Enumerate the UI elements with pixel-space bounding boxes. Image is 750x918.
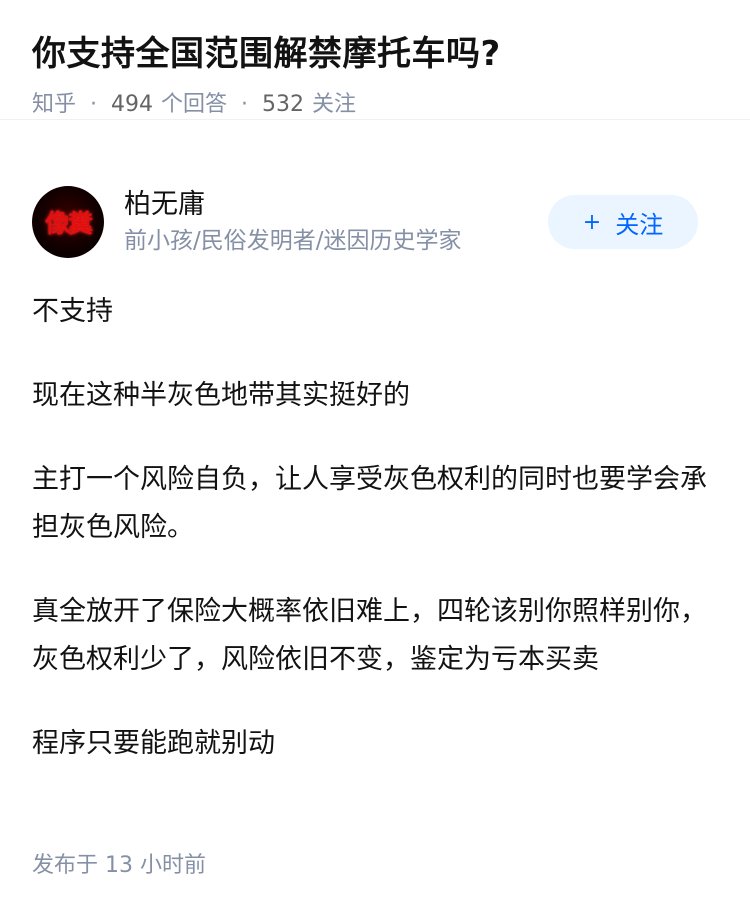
follower-count: 532 <box>262 92 305 117</box>
answer-paragraph: 程序只要能跑就别动 <box>32 728 275 759</box>
author-bio: 前小孩/民俗发明者/迷因历史学家 <box>124 228 462 254</box>
publish-time-value: 13 小时前 <box>105 853 207 878</box>
answer-paragraph: 现在这种半灰色地带其实挺好的 <box>32 380 410 411</box>
publish-label: 发布于 <box>32 853 99 878</box>
publish-time: 发布于 13 小时前 <box>32 850 206 882</box>
meta-separator: · <box>241 92 249 117</box>
question-header: 你支持全国范围解禁摩托车吗? 知乎 · 494 个回答 · 532 关注 <box>0 0 750 120</box>
author-name[interactable]: 柏无庸 <box>124 187 548 223</box>
answer-paragraph: 真全放开了保险大概率依旧难上，四轮该别你照样别你，灰色权利少了，风险依旧不变，鉴… <box>32 596 707 675</box>
follow-button-label: 关注 <box>615 210 664 239</box>
question-meta: 知乎 · 494 个回答 · 532 关注 <box>32 90 718 120</box>
question-title[interactable]: 你支持全国范围解禁摩托车吗? <box>32 30 718 78</box>
author-card: 像糞 柏无庸 前小孩/民俗发明者/迷因历史学家 + 关注 <box>32 184 698 260</box>
answer-body: 不支持 现在这种半灰色地带其实挺好的 主打一个风险自负，让人享受灰色权利的同时也… <box>32 288 710 804</box>
source-label[interactable]: 知乎 <box>32 90 76 120</box>
meta-separator: · <box>90 92 98 117</box>
answer-paragraph: 不支持 <box>32 296 113 327</box>
avatar[interactable]: 像糞 <box>32 186 104 258</box>
answer-count: 494 <box>111 92 154 117</box>
plus-icon: + <box>582 209 602 235</box>
answer-paragraph: 主打一个风险自负，让人享受灰色权利的同时也要学会承担灰色风险。 <box>32 464 707 543</box>
author-info: 柏无庸 前小孩/民俗发明者/迷因历史学家 <box>124 187 548 257</box>
avatar-text: 像糞 <box>44 209 93 238</box>
follow-button[interactable]: + 关注 <box>548 195 698 249</box>
answer-count-label: 个回答 <box>161 92 228 117</box>
follower-count-label: 关注 <box>312 92 357 117</box>
